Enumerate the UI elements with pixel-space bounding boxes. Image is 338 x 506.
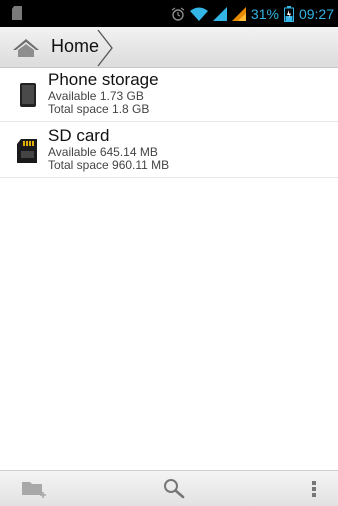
new-folder-button[interactable] xyxy=(5,471,65,506)
battery-percent: 31% xyxy=(250,5,279,22)
home-icon[interactable] xyxy=(12,38,40,58)
list-item-sd-card[interactable]: SD card Available 645.14 MB Total space … xyxy=(0,124,338,178)
alarm-icon xyxy=(171,7,185,21)
breadcrumb-home[interactable]: Home xyxy=(51,36,99,57)
clock: 09:27 xyxy=(298,5,334,22)
storage-list: Phone storage Available 1.73 GB Total sp… xyxy=(0,68,338,178)
search-button[interactable] xyxy=(144,471,204,506)
overflow-menu-icon xyxy=(312,480,316,497)
list-item-total: Total space 960.11 MB xyxy=(48,158,170,172)
status-bar: 31% 09:27 xyxy=(0,0,338,27)
phone-storage-icon xyxy=(20,83,36,107)
signal-icon xyxy=(212,6,227,21)
list-item-title: SD card xyxy=(48,126,110,145)
sd-card-icon xyxy=(17,139,37,163)
wifi-icon xyxy=(189,7,208,21)
list-item-phone-storage[interactable]: Phone storage Available 1.73 GB Total sp… xyxy=(0,68,338,122)
breadcrumb-separator xyxy=(97,29,113,67)
list-item-total: Total space 1.8 GB xyxy=(48,102,150,116)
list-item-title: Phone storage xyxy=(48,70,159,89)
battery-icon xyxy=(283,5,294,22)
signal-icon xyxy=(231,6,246,21)
search-icon xyxy=(164,478,185,498)
overflow-menu-button[interactable] xyxy=(284,471,338,506)
bottom-action-bar xyxy=(0,470,338,506)
new-folder-icon xyxy=(22,481,46,498)
sd-card-icon xyxy=(12,6,22,20)
breadcrumb: Home xyxy=(0,27,338,68)
